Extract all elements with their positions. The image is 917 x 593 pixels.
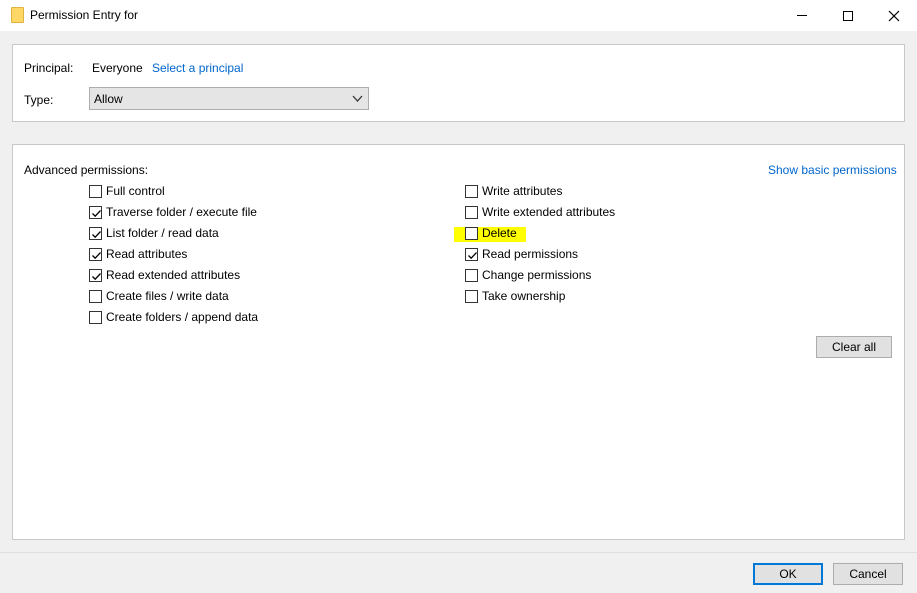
permission-label: Delete: [482, 226, 517, 240]
permission-label: Traverse folder / execute file: [106, 205, 257, 219]
checkmark-icon: [92, 252, 101, 260]
checkbox-unchecked[interactable]: [89, 311, 102, 324]
window-title: Permission Entry for: [30, 8, 139, 22]
title-bar: Permission Entry for: [0, 0, 917, 31]
checkmark-icon: [92, 231, 101, 239]
minimize-button[interactable]: [779, 0, 825, 31]
permission-label: Read attributes: [106, 247, 188, 261]
close-button[interactable]: [871, 0, 917, 31]
type-label: Type:: [24, 93, 54, 107]
permission-label: Change permissions: [482, 268, 592, 282]
type-dropdown-value: Allow: [94, 92, 123, 106]
permission-label: Read permissions: [482, 247, 579, 261]
principal-group: [12, 44, 905, 122]
permission-label: Read extended attributes: [106, 268, 241, 282]
checkbox-checked[interactable]: [465, 248, 478, 261]
permission-label: List folder / read data: [106, 226, 219, 240]
checkbox-unchecked[interactable]: [465, 290, 478, 303]
checkbox-unchecked[interactable]: [89, 185, 102, 198]
permission-label: Create folders / append data: [106, 310, 259, 324]
checkbox-checked[interactable]: [89, 227, 102, 240]
permission-label: Write extended attributes: [482, 205, 616, 219]
advanced-permissions-heading: Advanced permissions:: [24, 163, 149, 177]
advanced-permissions-group: [12, 144, 905, 540]
permission-label: Create files / write data: [106, 289, 229, 303]
checkbox-unchecked[interactable]: [465, 227, 478, 240]
maximize-icon: [843, 10, 853, 21]
ok-button[interactable]: OK: [753, 563, 823, 585]
type-dropdown[interactable]: Allow: [89, 87, 369, 110]
folder-icon: [11, 7, 24, 23]
checkbox-checked[interactable]: [89, 206, 102, 219]
clear-all-button[interactable]: Clear all: [816, 336, 892, 358]
select-principal-link[interactable]: Select a principal: [152, 61, 243, 75]
principal-value: Everyone: [92, 61, 143, 75]
checkmark-icon: [468, 252, 477, 260]
maximize-button[interactable]: [825, 0, 871, 31]
close-icon: [888, 10, 900, 21]
permission-label: Take ownership: [482, 289, 566, 303]
checkbox-checked[interactable]: [89, 248, 102, 261]
principal-label: Principal:: [24, 61, 74, 75]
checkbox-unchecked[interactable]: [89, 290, 102, 303]
permission-label: Full control: [106, 184, 165, 198]
chevron-down-icon: [352, 95, 363, 102]
checkbox-checked[interactable]: [89, 269, 102, 282]
checkbox-unchecked[interactable]: [465, 185, 478, 198]
minimize-icon: [797, 15, 807, 16]
checkmark-icon: [92, 273, 101, 281]
checkbox-unchecked[interactable]: [465, 206, 478, 219]
checkmark-icon: [92, 210, 101, 218]
permission-label: Write attributes: [482, 184, 563, 198]
footer-divider: [0, 552, 917, 553]
checkbox-unchecked[interactable]: [465, 269, 478, 282]
show-basic-permissions-link[interactable]: Show basic permissions: [768, 163, 897, 177]
cancel-button[interactable]: Cancel: [833, 563, 903, 585]
